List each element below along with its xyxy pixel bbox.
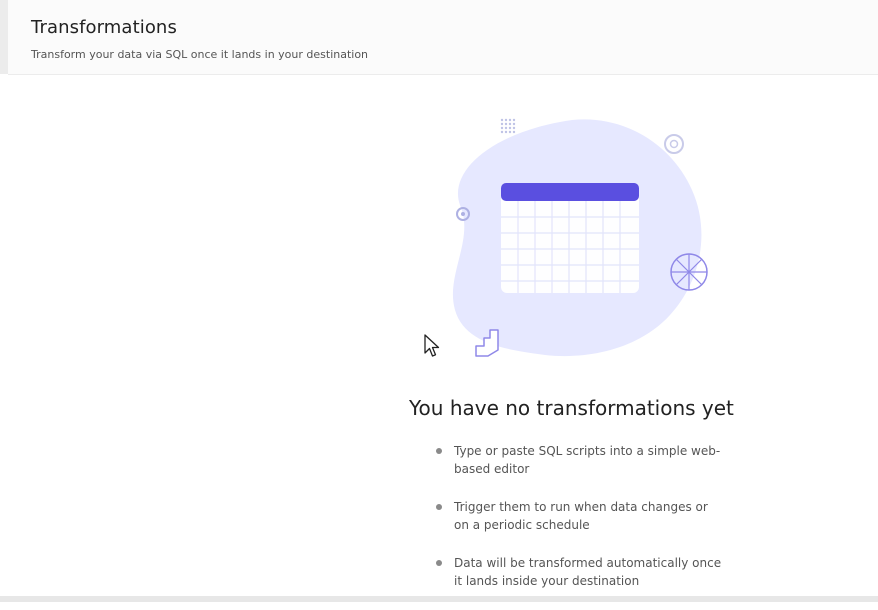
left-edge-strip: [0, 0, 8, 74]
list-item: Data will be transformed automatically o…: [436, 554, 724, 590]
bullet-dot-icon: [436, 560, 442, 566]
empty-state-title: You have no transformations yet: [409, 396, 734, 420]
page-subtitle: Transform your data via SQL once it land…: [31, 48, 369, 61]
page-header: Transformations Transform your data via …: [8, 0, 878, 75]
list-item-text: Data will be transformed automatically o…: [454, 556, 722, 588]
list-item-text: Type or paste SQL scripts into a simple …: [454, 444, 721, 476]
list-item: Trigger them to run when data changes or…: [436, 498, 724, 534]
bullet-dot-icon: [436, 448, 442, 454]
page-title: Transformations: [31, 17, 177, 38]
bullet-dot-icon: [436, 504, 442, 510]
calendar-illustration-icon: [452, 118, 708, 357]
list-item: Type or paste SQL scripts into a simple …: [436, 442, 724, 478]
list-item-text: Trigger them to run when data changes or…: [454, 500, 708, 532]
feature-list: Type or paste SQL scripts into a simple …: [436, 442, 736, 610]
bottom-edge: [0, 596, 878, 602]
mouse-cursor-icon: [424, 334, 440, 362]
empty-state-illustration: [440, 110, 720, 369]
